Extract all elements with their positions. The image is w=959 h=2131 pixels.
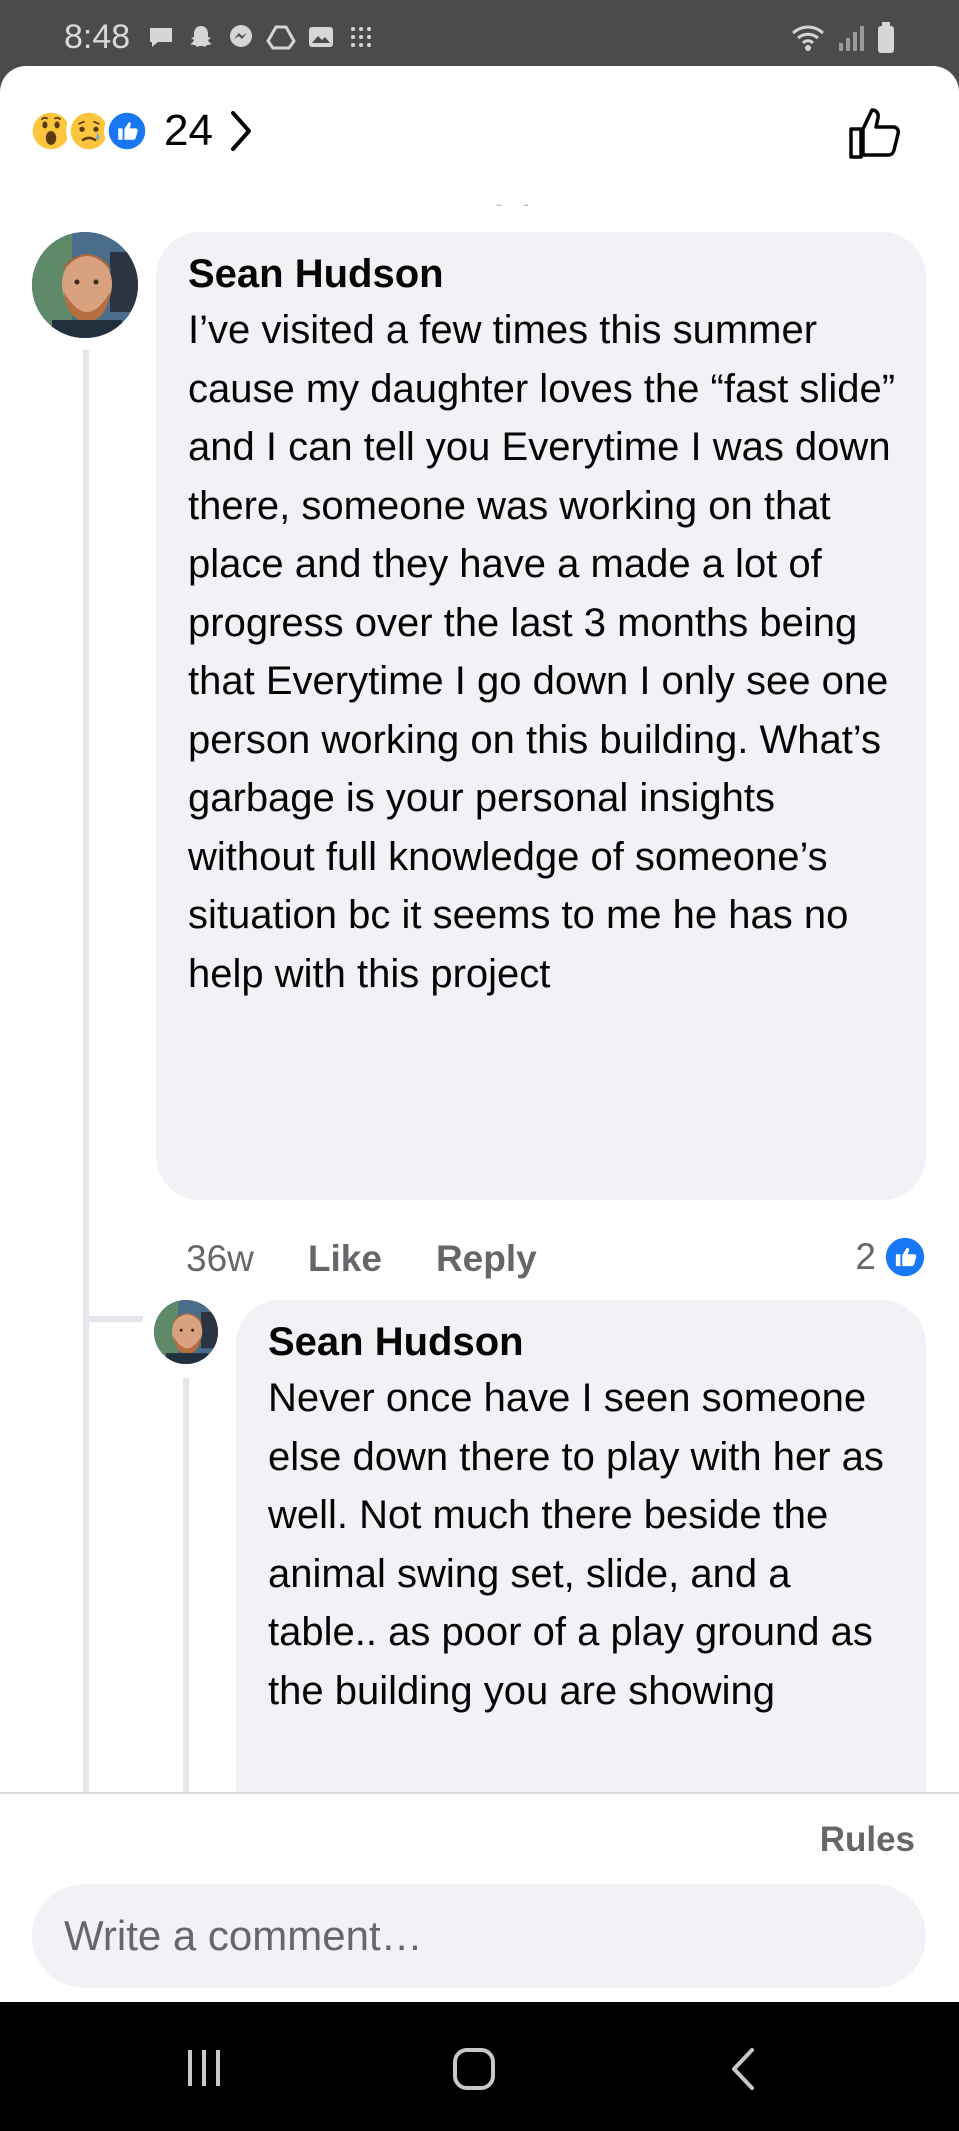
- like-badge-icon: [885, 1237, 925, 1277]
- avatar[interactable]: [32, 232, 138, 338]
- reply-thread-line: [183, 1378, 189, 1798]
- status-bar: 8:48: [0, 0, 959, 66]
- like-reaction-icon: [104, 108, 150, 154]
- messenger-icon: [230, 25, 252, 47]
- outer-thread-line: [83, 1322, 89, 1792]
- thread-connector: [83, 1316, 143, 1322]
- status-right: [791, 22, 895, 54]
- reply-bubble[interactable]: Sean Hudson Never once have I seen someo…: [236, 1300, 926, 1860]
- reaction-count: 24: [164, 106, 213, 155]
- home-icon[interactable]: [451, 2047, 499, 2091]
- reply-button[interactable]: Reply: [436, 1238, 537, 1280]
- recent-apps-icon[interactable]: [184, 2047, 228, 2089]
- avatar-photo: [154, 1300, 218, 1364]
- battery-icon: [878, 22, 894, 53]
- thumbs-up-icon[interactable]: [845, 104, 903, 162]
- like-button[interactable]: Like: [308, 1238, 382, 1280]
- avatar-photo: [32, 232, 138, 338]
- comment-author[interactable]: Sean Hudson: [188, 252, 896, 297]
- sheet-header: 24: [0, 66, 959, 196]
- comment-actions: 36w Like Reply: [186, 1238, 591, 1280]
- signal-icon: [839, 26, 864, 51]
- grid-icon: [351, 27, 371, 47]
- comment-input[interactable]: [32, 1884, 926, 1988]
- like-count-value: 2: [855, 1236, 876, 1277]
- comments-sheet: 24 - - Sean Hudson I’ve visited a few ti…: [0, 66, 959, 2002]
- comment-text: I’ve visited a few times this summer cau…: [188, 308, 896, 996]
- chat-bubble-icon: [150, 28, 172, 47]
- chevron-right-icon: [230, 111, 251, 151]
- reactions-summary[interactable]: 24: [28, 106, 253, 156]
- snapchat-icon: [190, 26, 212, 47]
- avatar[interactable]: [154, 1300, 218, 1364]
- rules-link[interactable]: Rules: [820, 1820, 915, 1860]
- comment-bubble[interactable]: Sean Hudson I’ve visited a few times thi…: [156, 232, 926, 1200]
- drive-icon: [266, 25, 296, 50]
- thread-line: [83, 350, 89, 1322]
- back-icon[interactable]: [728, 2047, 758, 2091]
- comment-like-count[interactable]: 2: [855, 1236, 926, 1278]
- comment-time[interactable]: 36w: [186, 1238, 254, 1280]
- notification-icons: [146, 22, 376, 52]
- comment-footer: Rules: [0, 1792, 959, 2002]
- system-nav-bar: [0, 2002, 959, 2131]
- scroll-indicator: - -: [496, 194, 537, 214]
- wifi-icon: [792, 25, 824, 51]
- comment-composer[interactable]: [32, 1884, 926, 1988]
- comment-text: Never once have I seen someone else down…: [268, 1376, 884, 1713]
- gallery-icon: [309, 27, 333, 47]
- comment-author[interactable]: Sean Hudson: [268, 1320, 898, 1365]
- status-time: 8:48: [64, 18, 131, 56]
